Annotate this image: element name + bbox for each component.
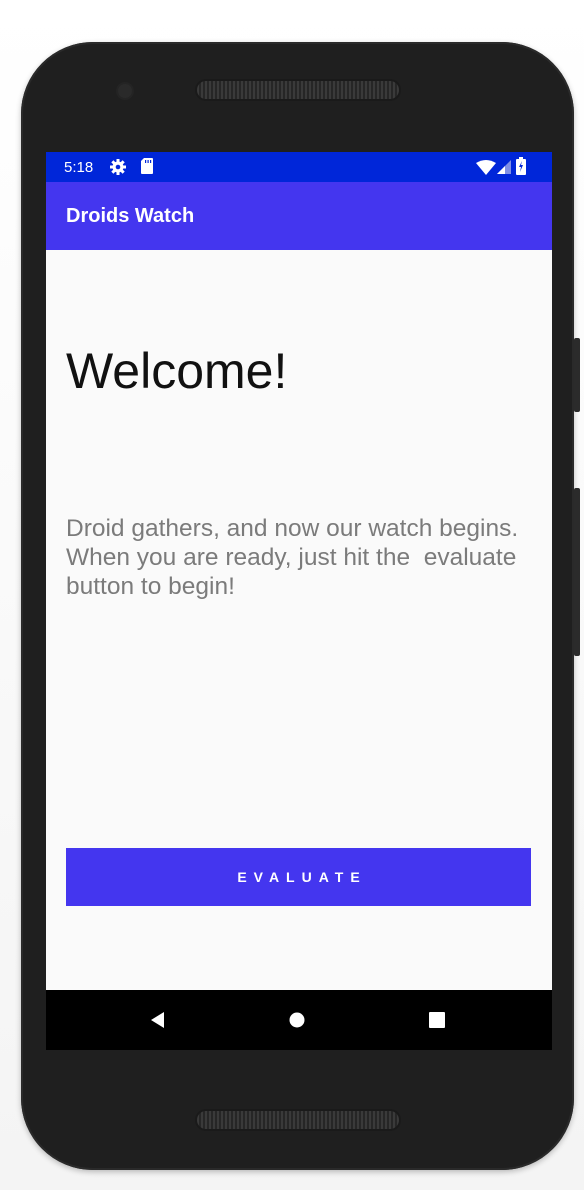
front-camera	[118, 84, 132, 98]
main-content: Welcome! Droid gathers, and now our watc…	[46, 250, 552, 990]
power-button[interactable]	[574, 338, 580, 412]
recents-icon[interactable]	[427, 1010, 447, 1030]
battery-icon	[516, 157, 526, 180]
wifi-icon	[476, 160, 496, 180]
intro-text: Droid gathers, and now our watch begins.…	[66, 515, 525, 600]
page: 5:18 Droids Watch Welcome! Droid gathers…	[0, 0, 584, 1190]
app-title: Droids Watch	[66, 205, 195, 227]
phone-screen: 5:18 Droids Watch Welcome! Droid gathers…	[46, 152, 552, 1050]
bottom-speaker	[197, 1111, 399, 1129]
welcome-heading: Welcome!	[66, 343, 288, 399]
sd-card-icon	[140, 157, 154, 180]
back-icon[interactable]	[148, 1010, 168, 1030]
app-bar: Droids Watch	[46, 182, 552, 250]
status-bar: 5:18	[46, 152, 552, 182]
evaluate-button[interactable]: EVALUATE	[66, 848, 531, 906]
top-speaker	[197, 81, 399, 99]
status-time: 5:18	[64, 159, 94, 176]
home-icon[interactable]	[287, 1010, 307, 1030]
navigation-bar	[46, 990, 552, 1050]
settings-icon	[109, 158, 127, 181]
cell-signal-icon	[497, 160, 511, 179]
volume-button[interactable]	[574, 488, 580, 656]
